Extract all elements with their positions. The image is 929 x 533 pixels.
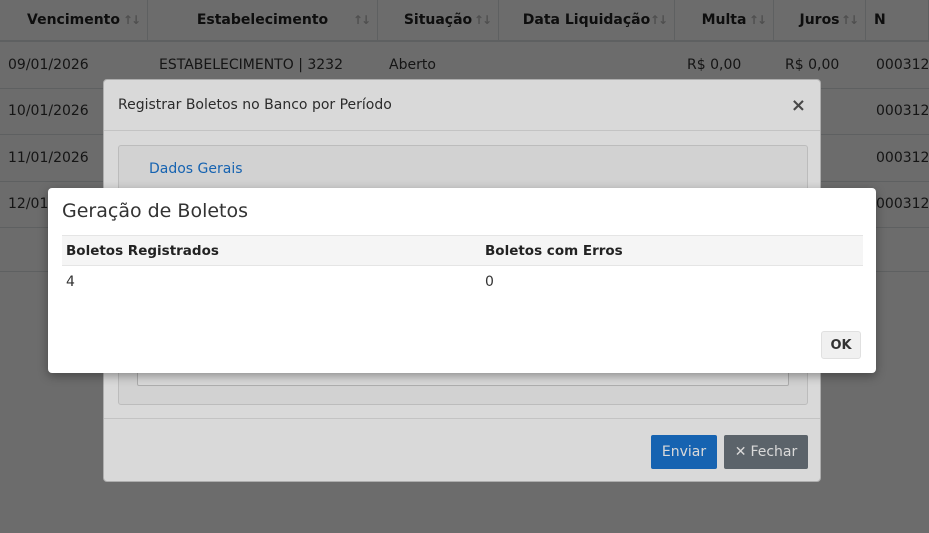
geracao-boletos-dialog: Geração de Boletos Boletos Registrados B… [48,188,876,373]
boletos-com-erros-value: 0 [485,273,494,290]
header-boletos-com-erros: Boletos com Erros [485,242,623,259]
boletos-registrados-value: 4 [66,273,75,290]
ok-button[interactable]: OK [821,331,861,359]
result-table: Boletos Registrados Boletos com Erros 4 … [62,235,863,297]
result-table-header: Boletos Registrados Boletos com Erros [62,235,863,266]
header-boletos-registrados: Boletos Registrados [66,242,219,259]
table-row: 4 0 [62,266,863,297]
dialog-title: Geração de Boletos [62,200,249,222]
